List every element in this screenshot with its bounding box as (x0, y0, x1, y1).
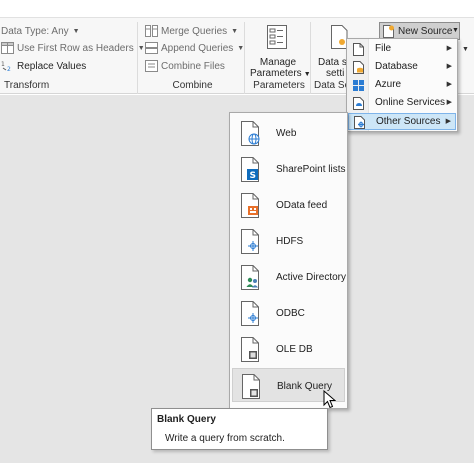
other-sources-icon (353, 116, 366, 129)
replace-values-button[interactable]: 12 Replace Values (1, 58, 86, 74)
blank-query-icon (241, 373, 263, 400)
data-source-group-label: Data So (314, 80, 346, 91)
use-first-row-label: Use First Row as Headers (17, 42, 134, 54)
merge-icon (145, 25, 158, 37)
menu-item-label: File (375, 43, 392, 54)
use-first-row-button[interactable]: Use First Row as Headers ▼ (1, 40, 145, 56)
menu-item-label: Active Directory (276, 272, 347, 283)
parameters-label: Parameters (250, 68, 302, 79)
replace-values-label: Replace Values (17, 60, 87, 72)
parameters-label-row: Parameters ▼ (250, 68, 311, 79)
menu-item-label: OData feed (276, 200, 328, 211)
online-services-icon (352, 97, 365, 110)
chevron-down-icon: ▼ (137, 44, 145, 52)
menu-item-odbc[interactable]: ODBC (232, 296, 345, 330)
menu-item-database[interactable]: Database ▶ (348, 59, 456, 76)
parameters-icon (266, 24, 288, 50)
menu-item-web[interactable]: Web (232, 116, 345, 150)
azure-icon (352, 79, 365, 92)
menu-item-label: ODBC (276, 308, 305, 319)
svg-text:1: 1 (1, 61, 5, 68)
group-separator (310, 22, 311, 94)
combine-files-icon (145, 60, 158, 72)
append-queries-label: Append Queries (161, 42, 234, 54)
menu-item-hdfs[interactable]: HDFS (232, 224, 345, 258)
chevron-right-icon: ▶ (446, 81, 452, 88)
tooltip-title: Blank Query (157, 414, 216, 425)
tooltip: Blank Query Write a query from scratch. (151, 408, 328, 450)
mouse-cursor-icon (323, 389, 337, 409)
svg-text:S: S (250, 171, 256, 181)
manage-label: Manage (259, 57, 297, 68)
menu-item-ole-db[interactable]: OLE DB (232, 332, 345, 366)
chevron-down-icon: ▼ (231, 27, 239, 35)
manage-parameters-button[interactable]: Manage Parameters ▼ (250, 21, 311, 79)
menu-item-label: Web (276, 128, 297, 139)
menu-item-active-directory[interactable]: Active Directory (232, 260, 347, 294)
menu-item-odata-feed[interactable]: OData feed (232, 188, 345, 222)
parameters-group-label: Parameters (253, 80, 305, 91)
ole-db-icon (240, 336, 262, 363)
data-source-label-2: setti (326, 68, 345, 79)
new-source-label: New Source (398, 26, 453, 37)
table-header-icon (1, 42, 14, 54)
menu-item-azure[interactable]: Azure ▶ (348, 77, 456, 94)
transform-group-label: Transform (4, 80, 50, 91)
combine-files-button[interactable]: Combine Files (145, 58, 225, 74)
odata-icon (240, 192, 262, 219)
other-sources-menu: Web S SharePoint lists OData feed HDFS A… (229, 112, 348, 409)
chevron-right-icon: ▶ (446, 99, 452, 106)
merge-queries-label: Merge Queries (161, 25, 228, 37)
sharepoint-icon: S (240, 156, 262, 183)
append-icon (145, 42, 158, 54)
menu-item-online-services[interactable]: Online Services ▶ (348, 95, 456, 112)
merge-queries-button[interactable]: Merge Queries ▼ (145, 23, 238, 39)
chevron-right-icon: ▶ (446, 45, 452, 52)
chevron-down-icon: ▼ (452, 27, 459, 34)
chevron-down-icon: ▼ (462, 46, 469, 53)
new-source-menu: File ▶ Database ▶ Azure ▶ Online Service… (346, 38, 458, 132)
odbc-icon (240, 300, 262, 327)
menu-item-sharepoint-lists[interactable]: S SharePoint lists (232, 152, 345, 186)
menu-item-label: OLE DB (276, 344, 313, 355)
database-icon (352, 61, 365, 74)
new-source-icon (383, 25, 395, 38)
data-source-label-1: Data so (318, 57, 348, 68)
combine-files-label: Combine Files (161, 60, 225, 72)
tooltip-description: Write a query from scratch. (165, 433, 285, 444)
group-separator (244, 22, 245, 94)
combine-group-label: Combine (172, 80, 213, 91)
menu-item-file[interactable]: File ▶ (348, 41, 456, 58)
file-icon (352, 43, 365, 56)
group-separator (137, 22, 138, 94)
menu-item-label: Database (375, 61, 418, 72)
menu-item-label: Other Sources (376, 116, 441, 127)
active-directory-icon (240, 264, 262, 291)
menu-item-label: Azure (375, 79, 402, 90)
menu-item-label: HDFS (276, 236, 304, 247)
hdfs-icon (240, 228, 262, 255)
chevron-right-icon: ▶ (446, 63, 452, 70)
data-source-settings-button[interactable]: Data so setti (312, 21, 348, 79)
svg-text:2: 2 (7, 66, 11, 72)
data-type-dropdown[interactable]: Data Type: Any ▼ (1, 23, 80, 39)
append-queries-button[interactable]: Append Queries ▼ (145, 40, 244, 56)
web-icon (240, 120, 262, 147)
menu-item-label: SharePoint lists (276, 164, 346, 175)
chevron-down-icon: ▼ (72, 27, 80, 35)
menu-item-other-sources[interactable]: Other Sources ▶ (348, 113, 456, 130)
replace-icon: 12 (1, 60, 14, 73)
menu-item-label: Online Services (375, 97, 446, 108)
chevron-right-icon: ▶ (445, 118, 451, 125)
data-type-label: Data Type: Any (1, 25, 69, 37)
